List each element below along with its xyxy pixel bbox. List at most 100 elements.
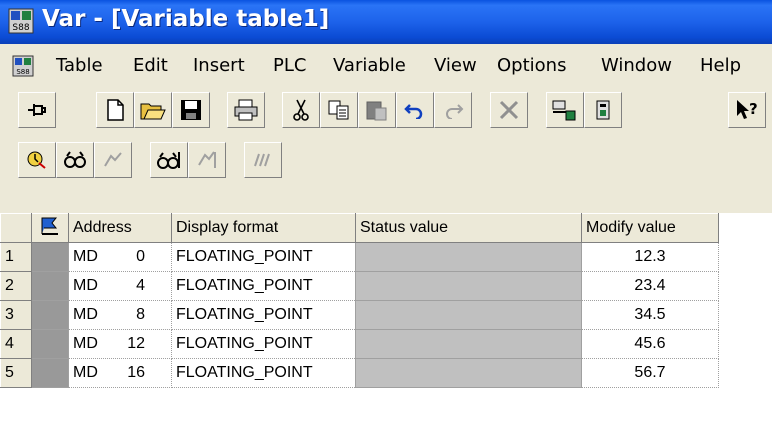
modify-value-header[interactable]: Modify value [581, 213, 719, 243]
address-offset: 16 [127, 364, 145, 381]
status-value-cell [355, 242, 582, 272]
row-number[interactable]: 2 [0, 271, 32, 301]
pin-button[interactable] [18, 92, 56, 128]
cut-button[interactable] [282, 92, 320, 128]
activate-modify-button[interactable] [188, 142, 226, 178]
menu-bar: S88 Table Edit Insert PLC Variable View … [0, 45, 772, 85]
status-value-cell [355, 329, 582, 359]
accessible-nodes-icon [552, 100, 576, 121]
monitor-button[interactable] [56, 142, 94, 178]
delete-button[interactable] [490, 92, 528, 128]
copy-button[interactable] [320, 92, 358, 128]
menu-table[interactable]: Table [56, 55, 103, 76]
row-flag-cell [31, 271, 69, 301]
menu-edit[interactable]: Edit [133, 55, 168, 76]
status-value-cell [355, 300, 582, 330]
address-cell[interactable]: MD 12 [68, 329, 172, 359]
copy-icon [328, 100, 349, 120]
table-row[interactable]: 2 MD 4 FLOATING_POINT 23.4 [0, 271, 719, 301]
display-format-header[interactable]: Display format [171, 213, 356, 243]
save-button[interactable] [172, 92, 210, 128]
window-title: Var - [Variable table1] [42, 6, 330, 32]
row-number[interactable]: 5 [0, 358, 32, 388]
address-offset: 8 [136, 306, 145, 323]
menu-variable[interactable]: Variable [333, 55, 406, 76]
address-area: MD [73, 277, 98, 294]
undo-button[interactable] [396, 92, 434, 128]
app-icon: S88 [8, 8, 34, 34]
status-value-cell [355, 271, 582, 301]
row-flag-cell [31, 300, 69, 330]
row-flag-cell [31, 358, 69, 388]
address-offset: 0 [136, 248, 145, 265]
row-number[interactable]: 1 [0, 242, 32, 272]
svg-text:?: ? [749, 100, 758, 118]
modify-value-cell[interactable]: 12.3 [581, 242, 719, 272]
table-row[interactable]: 5 MD 16 FLOATING_POINT 56.7 [0, 358, 719, 388]
redo-button[interactable] [434, 92, 472, 128]
save-icon [181, 100, 201, 120]
status-value-cell [355, 358, 582, 388]
address-area: MD [73, 306, 98, 323]
title-bar[interactable]: S88 Var - [Variable table1] [0, 0, 772, 44]
modify-value-cell[interactable]: 23.4 [581, 271, 719, 301]
modify-variable-icon [104, 152, 122, 167]
svg-text:S88: S88 [16, 68, 29, 76]
new-file-icon [107, 99, 124, 121]
accessible-nodes-button[interactable] [546, 92, 584, 128]
status-value-header[interactable]: Status value [355, 213, 582, 243]
menu-window[interactable]: Window [601, 55, 672, 76]
flag-header[interactable] [31, 213, 69, 243]
update-monitor-button[interactable] [150, 142, 188, 178]
variable-table: Address Display format Status value Modi… [0, 213, 719, 388]
row-flag-cell [31, 242, 69, 272]
table-header-row: Address Display format Status value Modi… [0, 213, 719, 243]
menu-view[interactable]: View [434, 55, 477, 76]
address-cell[interactable]: MD 8 [68, 300, 172, 330]
corner-cell [0, 213, 32, 243]
paste-button[interactable] [358, 92, 396, 128]
row-number[interactable]: 3 [0, 300, 32, 330]
table-row[interactable]: 1 MD 0 FLOATING_POINT 12.3 [0, 242, 719, 272]
help-button[interactable]: ? [728, 92, 766, 128]
display-format-cell[interactable]: FLOATING_POINT [171, 329, 356, 359]
new-button[interactable] [96, 92, 134, 128]
modify-value-cell[interactable]: 34.5 [581, 300, 719, 330]
row-flag-cell [31, 329, 69, 359]
address-offset: 12 [127, 335, 145, 352]
display-format-cell[interactable]: FLOATING_POINT [171, 242, 356, 272]
address-area: MD [73, 364, 98, 381]
print-icon [234, 99, 258, 121]
menu-help[interactable]: Help [700, 55, 741, 76]
display-format-cell[interactable]: FLOATING_POINT [171, 271, 356, 301]
print-button[interactable] [227, 92, 265, 128]
table-row[interactable]: 3 MD 8 FLOATING_POINT 34.5 [0, 300, 719, 330]
svg-text:S88: S88 [12, 23, 29, 33]
simatic-manager-button[interactable] [584, 92, 622, 128]
row-number[interactable]: 4 [0, 329, 32, 359]
display-format-cell[interactable]: FLOATING_POINT [171, 358, 356, 388]
address-cell[interactable]: MD 4 [68, 271, 172, 301]
monitor-variable-icon [64, 151, 86, 168]
modify-value-cell[interactable]: 45.6 [581, 329, 719, 359]
address-area: MD [73, 248, 98, 265]
menu-insert[interactable]: Insert [193, 55, 245, 76]
address-cell[interactable]: MD 16 [68, 358, 172, 388]
table-row[interactable]: 4 MD 12 FLOATING_POINT 45.6 [0, 329, 719, 359]
monitor-trigger-icon [27, 151, 46, 169]
menu-options[interactable]: Options [497, 55, 566, 76]
document-icon[interactable]: S88 [12, 55, 34, 77]
address-header[interactable]: Address [68, 213, 172, 243]
modify-value-cell[interactable]: 56.7 [581, 358, 719, 388]
cut-icon [293, 99, 309, 121]
modify-button[interactable] [94, 142, 132, 178]
address-cell[interactable]: MD 0 [68, 242, 172, 272]
trigger-button[interactable] [18, 142, 56, 178]
force-button[interactable] [244, 142, 282, 178]
monitor-toolbar [0, 136, 340, 184]
open-button[interactable] [134, 92, 172, 128]
menu-plc[interactable]: PLC [273, 55, 306, 76]
delete-icon [499, 100, 519, 120]
display-format-cell[interactable]: FLOATING_POINT [171, 300, 356, 330]
help-pointer-icon: ? [737, 100, 758, 119]
